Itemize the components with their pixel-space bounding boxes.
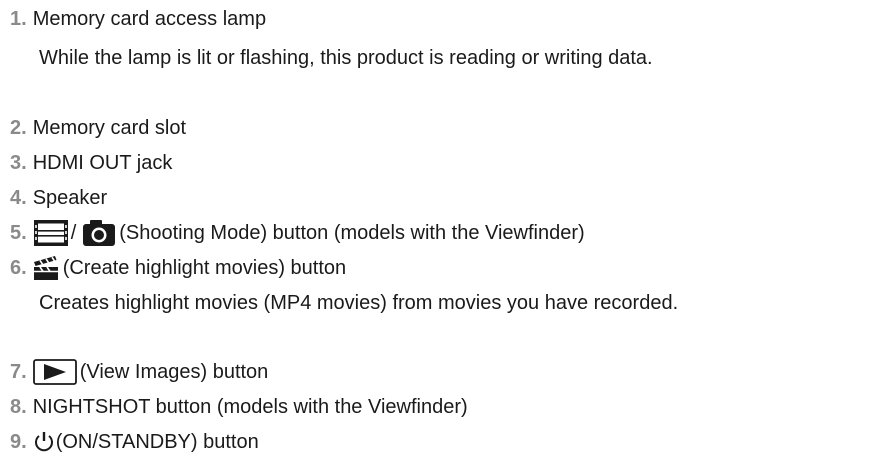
list-item-4: 4. Speaker [10,183,107,213]
play-button-icon [32,359,77,385]
item-number: 3. [10,152,27,174]
item-number: 8. [10,396,27,418]
item-title: (View Images) button [79,361,269,383]
item-title: HDMI OUT jack [32,152,173,174]
item-number: 9. [10,431,27,453]
list-item-9: 9. (ON/STANDBY) button [10,427,259,457]
item-number: 2. [10,117,27,139]
item-number: 1. [10,8,27,30]
item-number: 6. [10,257,27,279]
list-item-3: 3. HDMI OUT jack [10,148,172,178]
item-title: (Shooting Mode) button (models with the … [119,222,585,244]
item-title: (Create highlight movies) button [62,257,347,279]
list-item-8: 8. NIGHTSHOT button (models with the Vie… [10,392,468,422]
item-title: Memory card slot [32,117,187,139]
item-title: (ON/STANDBY) button [55,431,259,453]
list-item-1: 1. Memory card access lamp [10,4,266,34]
list-item-2: 2. Memory card slot [10,113,186,143]
item-description: Creates highlight movies (MP4 movies) fr… [39,292,679,314]
list-item-5: 5. / (Shooting Mode) button (models with… [10,218,585,248]
power-icon [33,430,55,454]
item-number: 5. [10,222,27,244]
item-title: Memory card access lamp [32,8,267,30]
item-title: Speaker [32,187,108,209]
list-item-7: 7. (View Images) button [10,357,268,387]
icon-separator: / [70,222,77,244]
item-description: While the lamp is lit or flashing, this … [39,47,653,69]
item-title: NIGHTSHOT button (models with the Viewfi… [32,396,468,418]
camera-icon [82,219,116,247]
clapperboard-icon [33,255,59,281]
list-item-6: 6. (Create highlight movies) button [10,253,346,283]
item-number: 7. [10,361,27,383]
item-number: 4. [10,187,27,209]
movie-film-icon [33,219,69,247]
